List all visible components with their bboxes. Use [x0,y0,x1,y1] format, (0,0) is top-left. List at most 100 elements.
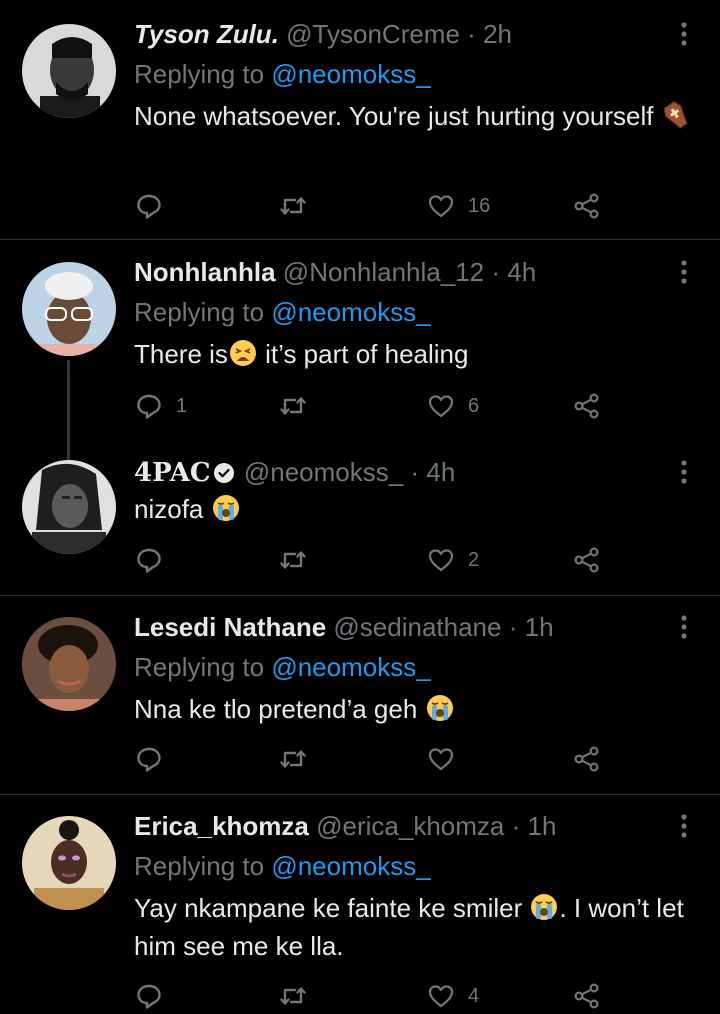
separator-dot: · [467,19,476,49]
tweet-text-body: nizofa [134,494,211,524]
tweet-text: nizofa [134,490,704,528]
avatar[interactable] [22,262,116,356]
share-button[interactable] [572,388,602,424]
display-name[interactable]: Tyson Zulu. [134,19,279,49]
tweet-header: Tyson Zulu. @TysonCreme · 2h [134,18,512,50]
user-handle[interactable]: @erica_khomza [316,811,504,841]
share-button[interactable] [572,978,602,1014]
reply-button[interactable] [134,542,176,578]
like-button[interactable]: 16 [426,188,490,224]
display-name[interactable]: Nonhlanhla [134,257,276,287]
share-button[interactable] [572,741,602,777]
heart-icon [428,395,454,418]
mention-link[interactable]: @neomokss_ [271,297,430,327]
tweet-lesedi-nathane[interactable]: Lesedi Nathane @sedinathane · 1h Replyin… [0,611,720,781]
heart-icon [428,985,454,1008]
tweet-text-before: Yay nkampane ke fainte ke smiler [134,893,530,923]
more-options-icon[interactable] [676,256,692,288]
tweet-text: Nna ke tlo pretend’a geh [134,690,704,728]
share-icon [574,193,599,219]
user-handle[interactable]: @neomokss_ [244,457,403,487]
retweet-button[interactable] [278,542,320,578]
reply-button[interactable] [134,741,176,777]
reply-button[interactable] [134,978,176,1014]
separator-dot: · [508,612,518,642]
retweet-button[interactable] [278,188,320,224]
mention-link[interactable]: @neomokss_ [271,851,430,881]
like-button[interactable] [426,741,468,777]
like-button[interactable]: 6 [426,388,479,424]
like-count: 16 [468,194,491,217]
replying-to-line: Replying to @neomokss_ [134,58,431,90]
tweet-header: Lesedi Nathane @sedinathane · 1h [134,611,554,643]
user-handle[interactable]: @TysonCreme [286,19,460,49]
display-name[interactable]: 4PAC [134,458,211,488]
tweet-text-body: Nna ke tlo pretend’a geh [134,694,425,724]
loudly-crying-face-emoji-icon [426,695,453,721]
tweet-4pac[interactable]: 4PAC @neomokss_ · 4h nizofa 2 [0,456,720,586]
tweet-text: Yay nkampane ke fainte ke smiler . I won… [134,889,709,965]
tweet-text-after: it’s part of healing [257,339,469,369]
tweet-divider [0,239,720,240]
reply-button[interactable]: 1 [134,388,187,424]
like-count: 6 [468,394,480,417]
tweet-erica-khomza[interactable]: Erica_khomza @erica_khomza · 1h Replying… [0,810,720,1009]
like-button[interactable]: 2 [426,542,479,578]
tweet-header: 4PAC @neomokss_ · 4h [134,456,455,489]
display-name[interactable]: Lesedi Nathane [134,612,326,642]
share-icon [574,746,599,772]
timestamp[interactable]: 2h [483,19,512,49]
timestamp[interactable]: 4h [426,457,455,487]
mention-link[interactable]: @neomokss_ [271,652,430,682]
like-count: 2 [468,548,480,571]
user-handle[interactable]: @Nonhlanhla_12 [283,257,484,287]
like-count: 4 [468,984,480,1007]
replying-to-label: Replying to [134,851,265,881]
replying-to-line: Replying to @neomokss_ [134,651,431,683]
avatar[interactable] [22,24,116,118]
mention-link[interactable]: @neomokss_ [271,59,430,89]
retweet-icon [280,987,306,1005]
display-name[interactable]: Erica_khomza [134,811,309,841]
separator-dot: · [491,257,501,287]
tweet-divider [0,595,720,596]
tweet-tyson-zulu[interactable]: Tyson Zulu. @TysonCreme · 2h Replying to… [0,18,720,219]
timestamp[interactable]: 1h [528,811,557,841]
user-handle[interactable]: @sedinathane [333,612,501,642]
retweet-button[interactable] [278,741,320,777]
retweet-icon [280,197,306,215]
tweet-text-before: There is [134,339,228,369]
tweet-actions [134,741,614,777]
retweet-icon [280,551,306,569]
separator-dot: · [511,811,521,841]
retweet-button[interactable] [278,388,320,424]
like-button[interactable]: 4 [426,978,479,1014]
timestamp[interactable]: 1h [525,612,554,642]
avatar[interactable] [22,617,116,711]
more-options-icon[interactable] [676,18,692,50]
avatar[interactable] [22,816,116,910]
share-button[interactable] [572,188,602,224]
more-options-icon[interactable] [676,611,692,643]
heart-icon [428,748,454,771]
share-icon [574,393,599,419]
avatar[interactable] [22,460,116,554]
weary-face-emoji-icon [229,340,256,366]
tweet-actions: 16 [134,188,614,224]
tweet-header: Erica_khomza @erica_khomza · 1h [134,810,556,842]
retweet-icon [280,397,306,415]
tweet-nonhlanhla[interactable]: Nonhlanhla @Nonhlanhla_12 · 4h Replying … [0,256,720,436]
share-icon [574,983,599,1009]
heart-icon [428,195,454,218]
replying-to-label: Replying to [134,297,265,327]
retweet-button[interactable] [278,978,320,1014]
reply-button[interactable] [134,188,176,224]
reply-feed: Tyson Zulu. @TysonCreme · 2h Replying to… [0,0,720,1009]
more-options-icon[interactable] [676,456,692,488]
share-button[interactable] [572,542,602,578]
replying-to-line: Replying to @neomokss_ [134,850,431,882]
retweet-icon [280,750,306,768]
tweet-divider [0,794,720,795]
timestamp[interactable]: 4h [507,257,536,287]
more-options-icon[interactable] [676,810,692,842]
